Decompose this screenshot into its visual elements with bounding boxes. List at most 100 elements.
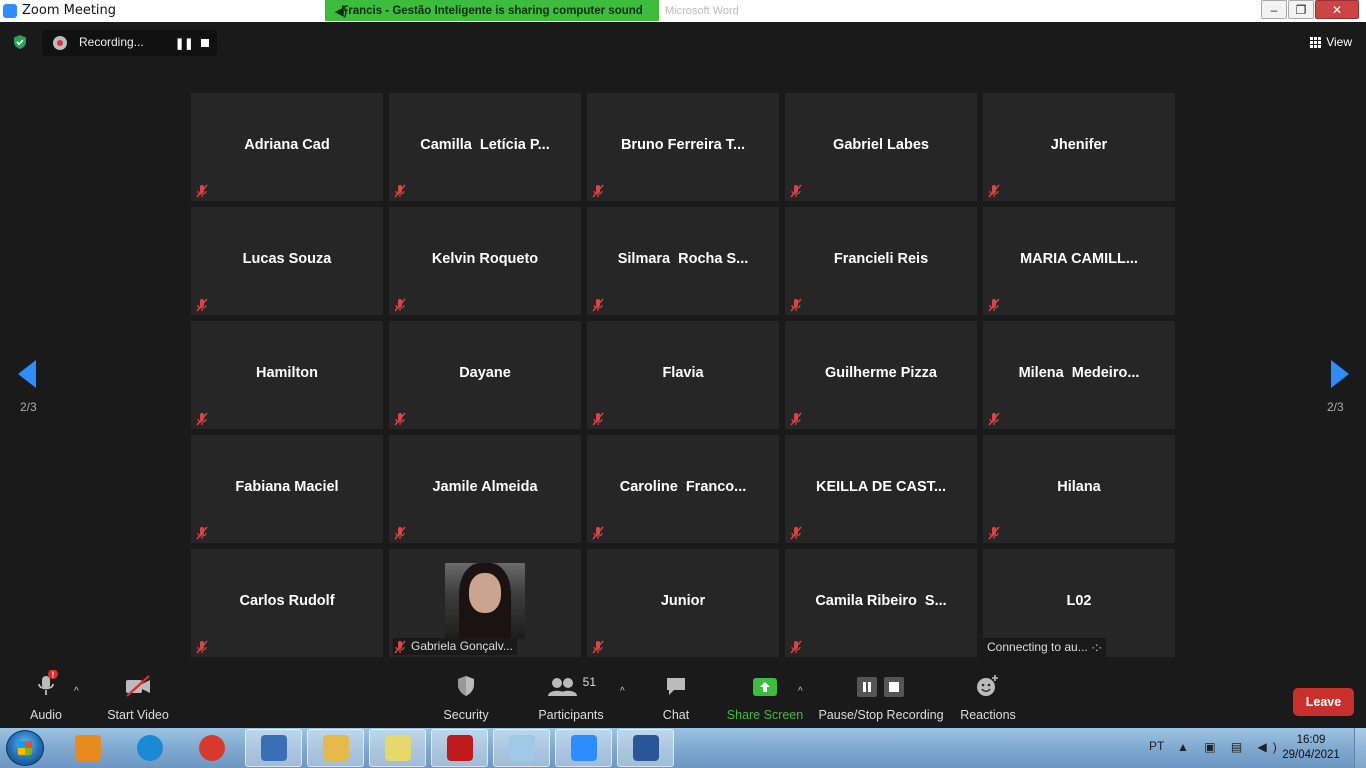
taskbar-acrobat-reader-button[interactable] bbox=[431, 729, 488, 767]
language-indicator[interactable]: PT bbox=[1149, 739, 1164, 753]
participant-tile[interactable]: Camilla Letícia P... bbox=[389, 93, 581, 201]
meeting-top-bar: Recording... ❚❚ View bbox=[0, 22, 1366, 62]
participant-tile[interactable]: KEILLA DE CAST... bbox=[785, 435, 977, 543]
audio-label: Audio bbox=[30, 708, 62, 722]
meeting-controls-toolbar: ! Audio ^ Start Video Security 51 Partic… bbox=[0, 668, 1366, 728]
security-button[interactable]: Security bbox=[440, 668, 492, 728]
participant-tile[interactable]: Jamile Almeida bbox=[389, 435, 581, 543]
remote-desktop-icon bbox=[260, 735, 287, 761]
participant-tile[interactable]: Carlos Rudolf bbox=[191, 549, 383, 657]
audio-options-caret[interactable]: ^ bbox=[74, 686, 79, 697]
taskbar-file-explorer-button[interactable] bbox=[307, 729, 364, 767]
pause-stop-recording-label: Pause/Stop Recording bbox=[818, 708, 944, 722]
chat-button[interactable]: Chat bbox=[656, 668, 696, 728]
participant-tile[interactable]: Guilherme Pizza bbox=[785, 321, 977, 429]
participant-name: Carlos Rudolf bbox=[239, 593, 335, 609]
participants-options-caret[interactable]: ^ bbox=[620, 686, 625, 697]
previous-page-button[interactable] bbox=[18, 360, 38, 388]
chat-label: Chat bbox=[662, 708, 690, 722]
encryption-shield-icon[interactable] bbox=[12, 34, 28, 50]
muted-microphone-icon bbox=[592, 526, 604, 540]
chrome-icon bbox=[198, 735, 225, 761]
taskbar-chrome-button[interactable] bbox=[183, 729, 240, 767]
participant-name: Milena Medeiro... bbox=[1018, 365, 1140, 381]
sharing-sound-banner[interactable]: ◀) Francis - Gestão Inteligente is shari… bbox=[325, 0, 659, 21]
restore-button[interactable]: ❐ bbox=[1288, 0, 1314, 19]
participant-tile[interactable]: Junior bbox=[587, 549, 779, 657]
video-off-icon bbox=[124, 668, 152, 698]
share-screen-button[interactable]: Share Screen bbox=[727, 668, 803, 728]
audio-button[interactable]: ! Audio bbox=[26, 668, 66, 728]
leave-meeting-button[interactable]: Leave bbox=[1293, 688, 1354, 716]
participant-tile[interactable]: L02 Connecting to au... ·:· bbox=[983, 549, 1175, 657]
close-window-button[interactable]: ✕ bbox=[1315, 0, 1359, 19]
gallery-view: Adriana Cad Camilla Letícia P... Bruno Fer… bbox=[191, 93, 1175, 657]
participant-tile[interactable]: Milena Medeiro... bbox=[983, 321, 1175, 429]
taskbar-zoom-button[interactable] bbox=[555, 729, 612, 767]
participant-tile[interactable]: Caroline Franco... bbox=[587, 435, 779, 543]
muted-microphone-icon bbox=[790, 526, 802, 540]
participant-tile[interactable]: Jhenifer bbox=[983, 93, 1175, 201]
participant-name: Junior bbox=[660, 593, 706, 609]
participant-tile[interactable]: Bruno Ferreira T... bbox=[587, 93, 779, 201]
participant-tile[interactable]: Lucas Souza bbox=[191, 207, 383, 315]
word-icon bbox=[632, 735, 659, 761]
start-video-label: Start Video bbox=[107, 708, 169, 722]
taskbar-clock[interactable]: 16:09 29/04/2021 bbox=[1278, 733, 1344, 763]
participant-name: Bruno Ferreira T... bbox=[620, 137, 746, 153]
participant-tile[interactable]: Francieli Reis bbox=[785, 207, 977, 315]
file-explorer-icon bbox=[322, 735, 349, 761]
reactions-smiley-icon bbox=[975, 668, 1001, 698]
participant-name: Francieli Reis bbox=[833, 251, 929, 267]
start-video-button[interactable]: Start Video bbox=[104, 668, 172, 728]
participant-tile[interactable]: Dayane bbox=[389, 321, 581, 429]
view-button[interactable]: View bbox=[1310, 35, 1352, 49]
reactions-button[interactable]: Reactions bbox=[958, 668, 1018, 728]
taskbar-notepad-button[interactable] bbox=[493, 729, 550, 767]
taskbar-word-button[interactable] bbox=[617, 729, 674, 767]
minimize-button[interactable]: – bbox=[1261, 0, 1287, 19]
muted-microphone-icon bbox=[988, 298, 1000, 312]
participant-name: Guilherme Pizza bbox=[824, 365, 937, 381]
participant-tile[interactable]: Hamilton bbox=[191, 321, 383, 429]
participant-tile[interactable]: Gabriela Gonçalv... bbox=[389, 549, 581, 657]
muted-microphone-icon bbox=[394, 640, 406, 654]
participants-label: Participants bbox=[538, 708, 604, 722]
participant-tile[interactable]: Fabiana Maciel bbox=[191, 435, 383, 543]
participants-count: 51 bbox=[583, 675, 597, 689]
taskbar-internet-explorer-button[interactable] bbox=[121, 729, 178, 767]
muted-microphone-icon bbox=[790, 184, 802, 198]
participant-name: Dayane bbox=[459, 365, 511, 381]
participant-tile[interactable]: MARIA CAMILL... bbox=[983, 207, 1175, 315]
chevron-right-icon bbox=[1331, 360, 1349, 388]
window-title-bar: Zoom Meeting Microsoft Word – ❐ ✕ bbox=[0, 0, 1366, 22]
pause-recording-icon[interactable]: ❚❚ bbox=[175, 37, 193, 50]
system-tray-icons[interactable]: ▲ ▣ ▤ ◀) bbox=[1177, 740, 1283, 754]
muted-microphone-icon bbox=[196, 526, 208, 540]
participant-tile[interactable]: Kelvin Roqueto bbox=[389, 207, 581, 315]
taskbar-media-player-button[interactable] bbox=[59, 729, 116, 767]
share-options-caret[interactable]: ^ bbox=[798, 686, 803, 697]
participant-tile[interactable]: Hilana bbox=[983, 435, 1175, 543]
show-desktop-button[interactable] bbox=[1354, 728, 1366, 768]
windows-taskbar: PT ▲ ▣ ▤ ◀) 16:09 29/04/2021 bbox=[0, 728, 1366, 768]
taskbar-sticky-notes-button[interactable] bbox=[369, 729, 426, 767]
participants-button[interactable]: 51 Participants bbox=[536, 668, 606, 728]
participant-tile[interactable]: Camila Ribeiro S... bbox=[785, 549, 977, 657]
participant-tile[interactable]: Gabriel Labes bbox=[785, 93, 977, 201]
participant-tile[interactable]: Adriana Cad bbox=[191, 93, 383, 201]
participant-name: Adriana Cad bbox=[244, 137, 330, 153]
connecting-audio-status: Connecting to au... ·:· bbox=[983, 638, 1107, 657]
microphone-icon: ! bbox=[33, 668, 59, 698]
pause-stop-recording-button[interactable]: Pause/Stop Recording bbox=[818, 668, 944, 728]
participant-tile[interactable]: Flavia bbox=[587, 321, 779, 429]
page-indicator-right: 2/3 bbox=[1327, 400, 1344, 414]
muted-microphone-icon bbox=[592, 184, 604, 198]
taskbar-remote-desktop-button[interactable] bbox=[245, 729, 302, 767]
next-page-button[interactable] bbox=[1329, 360, 1349, 388]
participant-tile[interactable]: Silmara Rocha S... bbox=[587, 207, 779, 315]
participant-name: Hilana bbox=[1057, 479, 1101, 495]
start-button[interactable] bbox=[6, 730, 44, 766]
participant-name: Caroline Franco... bbox=[619, 479, 747, 495]
stop-recording-icon[interactable] bbox=[201, 39, 209, 47]
